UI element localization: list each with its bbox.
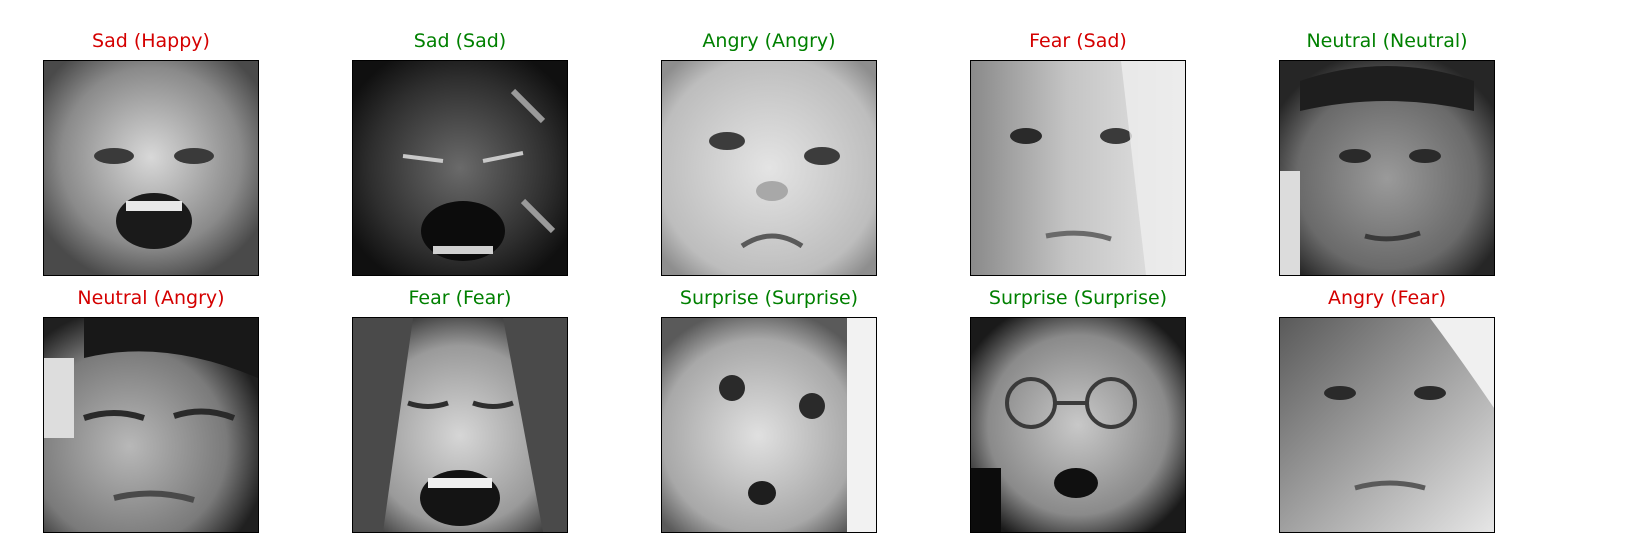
face-photo-placeholder	[1280, 61, 1494, 275]
panel-title: Neutral (Neutral)	[1306, 30, 1468, 52]
face-image	[352, 317, 568, 533]
panel-title: Surprise (Surprise)	[679, 287, 859, 309]
panel-title: Sad (Happy)	[92, 30, 210, 52]
face-photo-placeholder	[971, 318, 1185, 532]
face-image	[43, 317, 259, 533]
panel-title: Sad (Sad)	[413, 30, 507, 52]
panel-title: Surprise (Surprise)	[988, 287, 1168, 309]
face-photo-placeholder	[662, 61, 876, 275]
panel-title: Neutral (Angry)	[77, 287, 225, 309]
face-photo-placeholder	[44, 318, 258, 532]
face-image	[661, 317, 877, 533]
face-image	[970, 60, 1186, 276]
face-image	[1279, 60, 1495, 276]
panel-title: Angry (Angry)	[702, 30, 836, 52]
panel-title: Fear (Sad)	[1029, 30, 1127, 52]
face-photo-placeholder	[353, 318, 567, 532]
panel-title: Fear (Fear)	[408, 287, 512, 309]
panel-title: Angry (Fear)	[1327, 287, 1447, 309]
face-image	[352, 60, 568, 276]
face-image	[661, 60, 877, 276]
face-photo-placeholder	[1280, 318, 1494, 532]
face-photo-placeholder	[971, 61, 1185, 275]
face-photo-placeholder	[353, 61, 567, 275]
face-image	[1279, 317, 1495, 533]
face-photo-placeholder	[662, 318, 876, 532]
face-photo-placeholder	[44, 61, 258, 275]
face-image	[970, 317, 1186, 533]
face-image	[43, 60, 259, 276]
